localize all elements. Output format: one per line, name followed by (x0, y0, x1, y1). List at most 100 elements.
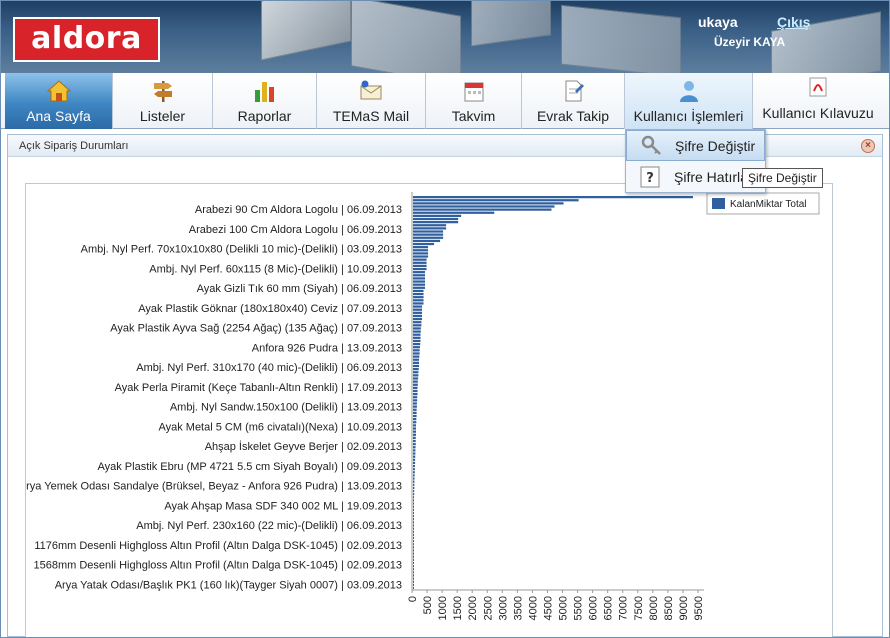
x-tick-label: 2500 (482, 596, 494, 620)
y-tick-label: Ayak Metal 5 CM (m6 civatalı)(Nexa) | 10… (158, 421, 402, 433)
chart-bar (413, 346, 420, 349)
nav-item-kullanici-islemleri[interactable]: Kullanıcı İşlemleri (625, 73, 753, 129)
chart-bar (413, 336, 421, 339)
nav-item-ana-sayfa[interactable]: Ana Sayfa (5, 73, 113, 129)
chart-bar (413, 518, 414, 521)
chart-bar (413, 202, 564, 205)
chart-bar (413, 214, 462, 217)
legend-swatch (712, 198, 725, 209)
chart-bar (413, 449, 416, 452)
home-icon (46, 80, 71, 102)
x-tick-label: 7500 (633, 596, 645, 620)
x-tick-label: 9500 (693, 596, 705, 620)
chart-bar (413, 242, 435, 246)
chart-bar (413, 402, 417, 405)
nav-item-listeler[interactable]: Listeler (113, 73, 213, 129)
y-tick-label: Ayak Perla Piramit (Keçe Tabanlı-Altın R… (115, 382, 402, 394)
chart-bar (413, 339, 421, 343)
chart-bar (413, 386, 418, 389)
y-tick-label: Anfora 926 Pudra | 13.09.2013 (252, 342, 402, 354)
chart-bar (413, 330, 421, 333)
nav-label: Kullanıcı Kılavuzu (762, 105, 874, 121)
chart-bar (413, 255, 429, 258)
x-tick-label: 6500 (603, 596, 615, 620)
document-icon (565, 80, 584, 102)
x-tick-label: 4500 (542, 596, 554, 620)
chart-bar (413, 549, 414, 552)
chart-bar (413, 564, 414, 568)
chart-bar (413, 299, 424, 302)
chart-bar (413, 211, 495, 214)
chart-bar (413, 217, 459, 221)
chart-bar (413, 367, 419, 371)
chart-bar (413, 239, 441, 243)
chart-bar (413, 471, 415, 474)
open-orders-panel: Açık Sipariş Durumları × Arabezi 90 Cm A… (7, 134, 883, 637)
panel-title: Açık Sipariş Durumları (19, 140, 129, 152)
chart-bar (413, 524, 414, 527)
chart-bar (413, 311, 423, 314)
chart-bar (413, 205, 555, 208)
user-icon (679, 81, 698, 102)
chart-bar (413, 464, 415, 468)
x-tick-label: 3500 (512, 596, 524, 620)
x-tick-label: 7000 (618, 596, 630, 620)
y-tick-label: Ambj. Nyl Sandw.150x100 (Delikli) | 13.0… (170, 402, 402, 414)
x-tick-label: 0 (407, 596, 419, 602)
change-password-item[interactable]: Şifre Değiştir (626, 130, 765, 161)
y-tick-label: Ambj. Nyl Perf. 310x170 (40 mic)-(Delikl… (136, 362, 402, 374)
chart-bar (413, 283, 426, 286)
y-tick-label: Arya Yatak Odası/Başlık PK1 (160 lık)(Ta… (55, 579, 402, 591)
chart-bar (413, 399, 418, 402)
chart-bar (413, 408, 417, 411)
chart-bar (413, 583, 414, 586)
close-icon[interactable]: × (861, 139, 875, 153)
chart-bar (413, 511, 414, 515)
user-login: ukaya (698, 14, 738, 30)
chart-bar (413, 380, 418, 383)
chart-bar (413, 483, 415, 486)
y-tick-label: Ambj. Nyl Perf. 70x10x10x80 (Delikli 10 … (81, 244, 402, 256)
x-tick-label: 1000 (437, 596, 449, 620)
chart-bar (413, 536, 414, 540)
chart-bar (413, 249, 429, 252)
y-tick-label: 1176mm Desenli Highgloss Altın Profil (A… (34, 540, 402, 552)
y-tick-label: Arabezi 90 Cm Aldora Logolu | 06.09.2013 (195, 204, 402, 216)
nav-item-raporlar[interactable]: Raporlar (213, 73, 317, 129)
x-tick-label: 8500 (663, 596, 675, 620)
x-tick-label: 9000 (678, 596, 690, 620)
chart-bar (413, 571, 414, 574)
chart-bar (413, 224, 447, 227)
chart-bar (413, 561, 414, 565)
chart-bar (413, 580, 414, 583)
chart-bar (413, 499, 415, 502)
nav-item-takvim[interactable]: Takvim (426, 73, 522, 129)
bar-chart-icon (254, 82, 274, 102)
chart-bar (413, 274, 426, 277)
chart-bar (413, 221, 459, 224)
chart-bar (413, 264, 427, 268)
chart-bar (413, 289, 424, 293)
nav-label: Ana Sayfa (26, 108, 91, 124)
x-tick-label: 1500 (452, 596, 464, 620)
nav-item-temas-mail[interactable]: TEMaS Mail (317, 73, 426, 129)
y-tick-label: Ayak Plastik Ayva Sağ (2254 Ağaç) (135 A… (110, 323, 402, 335)
chart-bar (413, 361, 420, 364)
y-tick-label: 1568mm Desenli Highgloss Altın Profil (A… (34, 560, 403, 572)
chart-bar (413, 452, 416, 455)
nav-item-kullanici-kilavuzu[interactable]: Kullanıcı Kılavuzu (753, 73, 883, 129)
x-tick-label: 8000 (648, 596, 660, 620)
chart-bar (413, 543, 414, 546)
nav-item-evrak-takip[interactable]: Evrak Takip (522, 73, 625, 129)
chart-bar (413, 505, 414, 508)
chart-bar (413, 374, 419, 377)
aldora-logo[interactable]: aldora (13, 17, 160, 62)
chart-bar (413, 321, 422, 324)
chart-bar (413, 302, 424, 305)
logout-link[interactable]: Çıkış (777, 14, 810, 30)
banner-decoration (561, 4, 681, 73)
chart-bar (413, 383, 418, 386)
chart-bar (413, 333, 421, 336)
chart-bar (413, 555, 414, 558)
y-tick-label: Ayak Gizli Tık 60 mm (Siyah) | 06.09.201… (197, 283, 402, 295)
